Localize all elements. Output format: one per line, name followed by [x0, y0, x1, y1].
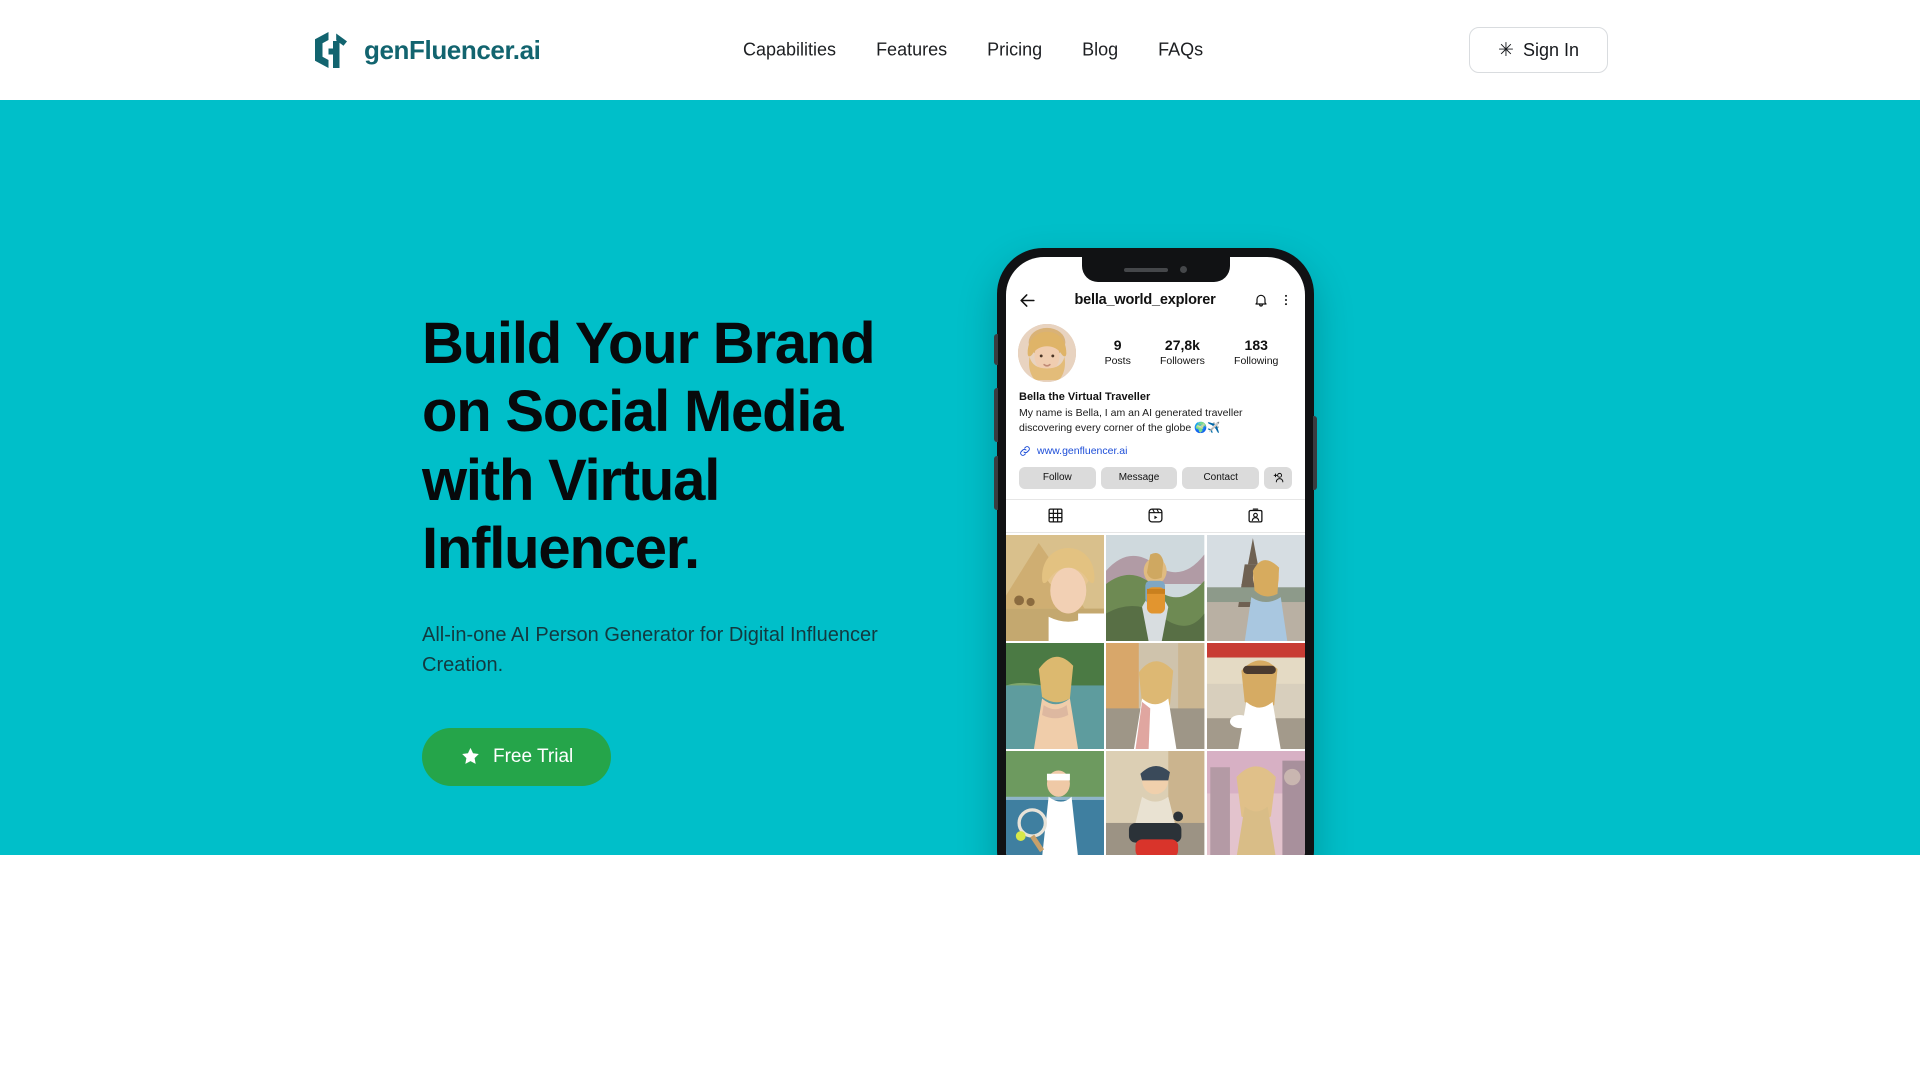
hero-title-line-2: on Social Media — [422, 379, 844, 445]
link-icon — [1020, 445, 1030, 456]
nav-item-features[interactable]: Features — [876, 40, 947, 61]
hero-title-line-1: Build Your Brand — [422, 311, 876, 376]
sign-in-button[interactable]: ✳ Sign In — [1469, 27, 1608, 73]
photo-sunset-icon — [1206, 751, 1305, 855]
phone-power-button — [1313, 416, 1317, 490]
stat-followers-label: Followers — [1159, 354, 1205, 367]
grid-photo[interactable] — [1206, 534, 1305, 641]
tab-grid[interactable] — [1006, 500, 1106, 532]
main-nav: Capabilities Features Pricing Blog FAQs — [743, 40, 1203, 61]
brand-logo[interactable]: genFluencer.ai — [312, 30, 541, 70]
hero-title-line-3: with Virtual — [422, 447, 720, 513]
app-bio: Bella the Virtual Traveller My name is B… — [1006, 382, 1305, 457]
phone-notch — [1081, 257, 1230, 282]
hero-subtitle: All-in-one AI Person Generator for Digit… — [422, 623, 878, 677]
phone-screen: bella_world_explorer 9 Posts 27,8k Follo… — [1006, 257, 1305, 855]
photo-tennis-icon — [1006, 751, 1105, 855]
stat-posts: 9 Posts — [1105, 337, 1131, 368]
gf-monogram-icon — [315, 32, 347, 68]
nav-item-pricing[interactable]: Pricing — [987, 40, 1042, 61]
bio-line-1: My name is Bella, I am an AI generated t… — [1019, 406, 1243, 419]
tab-reels[interactable] — [1106, 500, 1206, 532]
app-tabs — [1006, 498, 1305, 533]
grid-photo[interactable] — [1006, 751, 1105, 855]
site-header: genFluencer.ai Capabilities Features Pri… — [0, 0, 1920, 100]
grid-photo[interactable] — [1206, 642, 1305, 750]
photo-pyramids-icon — [1006, 534, 1105, 641]
photo-hiking-icon — [1106, 534, 1205, 641]
tab-tagged[interactable] — [1205, 500, 1305, 532]
bell-icon[interactable] — [1253, 292, 1269, 308]
nav-item-faqs[interactable]: FAQs — [1158, 40, 1203, 61]
bio-link-row[interactable]: www.genfluencer.ai — [1019, 445, 1292, 457]
grid-photo[interactable] — [1006, 534, 1105, 641]
free-trial-button[interactable]: Free Trial — [422, 727, 612, 786]
free-trial-label: Free Trial — [493, 745, 574, 767]
hero-title: Build Your Brand on Social Media with Vi… — [422, 310, 942, 584]
sign-in-label: Sign In — [1522, 39, 1579, 60]
phone-speaker — [1124, 267, 1168, 272]
profile-avatar[interactable] — [1018, 324, 1076, 382]
phone-camera — [1180, 266, 1187, 273]
hero-title-line-4: Influencer. — [422, 516, 700, 582]
grid-photo[interactable] — [1106, 534, 1205, 641]
photo-grid — [1006, 533, 1305, 855]
grid-photo[interactable] — [1106, 751, 1205, 855]
app-username: bella_world_explorer — [1074, 292, 1216, 308]
photo-eiffel-icon — [1206, 534, 1305, 641]
reels-icon — [1148, 508, 1163, 523]
nav-item-blog[interactable]: Blog — [1082, 40, 1118, 61]
stat-posts-value: 9 — [1113, 337, 1122, 354]
stat-posts-label: Posts — [1104, 354, 1131, 367]
sparkle-asterisk-icon: ✳ — [1498, 39, 1514, 61]
arrow-left-icon[interactable] — [1018, 291, 1037, 310]
more-vertical-icon[interactable] — [1279, 292, 1293, 308]
app-action-row: Follow Message Contact — [1006, 457, 1305, 489]
contact-button[interactable]: Contact — [1182, 466, 1260, 489]
stat-followers-value: 27,8k — [1164, 337, 1200, 354]
hero-section: Build Your Brand on Social Media with Vi… — [0, 100, 1920, 855]
how-it-works-section: 01 Create a Virtual Persona CREATE YOUR — [0, 855, 1920, 1080]
grid-photo[interactable] — [1206, 751, 1305, 855]
grid-photo[interactable] — [1006, 642, 1105, 750]
grid-photo[interactable] — [1106, 642, 1205, 750]
photo-scooter-icon — [1106, 751, 1205, 855]
phone-mockup: bella_world_explorer 9 Posts 27,8k Follo… — [994, 248, 1317, 855]
hero-copy: Build Your Brand on Social Media with Vi… — [422, 310, 942, 786]
app-stats: 9 Posts 27,8k Followers 183 Following — [1084, 337, 1293, 368]
brand-name: genFluencer.ai — [364, 34, 541, 65]
bio-line-2: discovering every corner of the globe 🌍✈… — [1019, 421, 1221, 434]
bio-link-text: www.genfluencer.ai — [1037, 444, 1128, 457]
app-topbar: bella_world_explorer — [1006, 282, 1305, 318]
follow-button[interactable]: Follow — [1019, 466, 1096, 489]
phone-volume-down-button — [994, 456, 998, 510]
app-profile-row: 9 Posts 27,8k Followers 183 Following — [1006, 318, 1305, 382]
photo-lake-icon — [1006, 642, 1105, 750]
nav-item-capabilities[interactable]: Capabilities — [743, 40, 836, 61]
grid-icon — [1048, 508, 1063, 523]
stat-followers: 27,8k Followers — [1160, 337, 1205, 368]
avatar-portrait-icon — [1018, 324, 1076, 382]
star-icon — [462, 747, 479, 764]
stat-following: 183 Following — [1234, 337, 1278, 368]
photo-cafe-icon — [1206, 642, 1305, 750]
bio-display-name: Bella the Virtual Traveller — [1019, 391, 1151, 403]
add-person-button[interactable] — [1264, 466, 1293, 489]
stat-following-label: Following — [1234, 354, 1279, 367]
phone-volume-up-button — [994, 388, 998, 442]
photo-street-icon — [1106, 642, 1205, 750]
stat-following-value: 183 — [1244, 337, 1268, 354]
phone-silent-switch — [994, 334, 998, 365]
add-person-icon — [1273, 473, 1283, 483]
message-button[interactable]: Message — [1100, 466, 1178, 489]
phone-frame: bella_world_explorer 9 Posts 27,8k Follo… — [994, 248, 1317, 855]
tagged-icon — [1248, 508, 1263, 523]
